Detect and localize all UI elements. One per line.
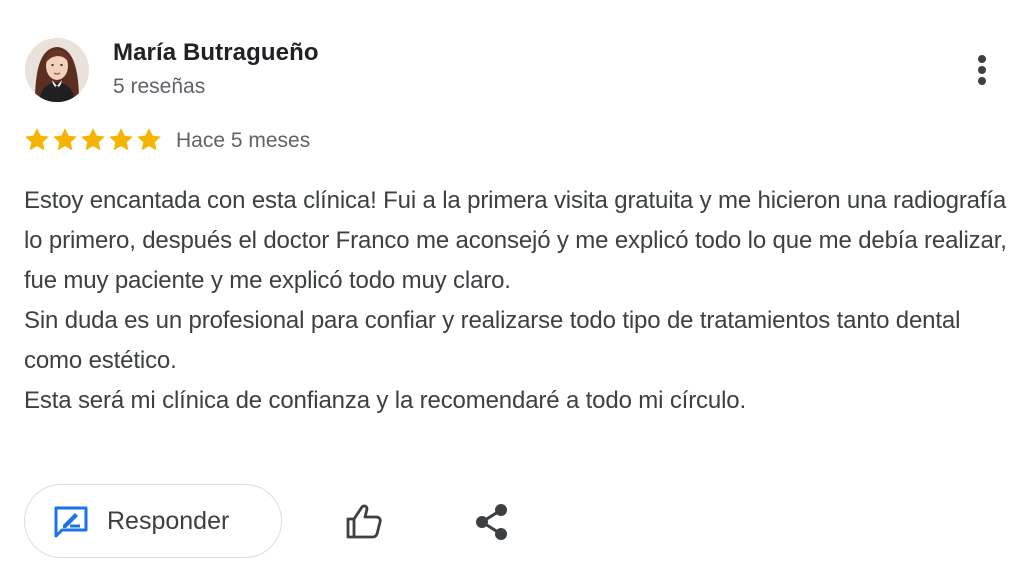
star-icon bbox=[81, 128, 105, 151]
star-icon bbox=[137, 128, 161, 151]
more-vert-icon-dot bbox=[978, 77, 986, 85]
review-paragraph: Estoy encantada con esta clínica! Fui a … bbox=[24, 187, 1007, 294]
review-paragraph: Sin duda es un profesional para confiar … bbox=[24, 307, 961, 374]
reviewer-name[interactable]: María Butragueño bbox=[113, 39, 319, 67]
star-rating bbox=[23, 126, 163, 154]
star-icon bbox=[25, 128, 49, 151]
review-paragraph: Esta será mi clínica de confianza y la r… bbox=[24, 387, 746, 414]
star-icon bbox=[109, 128, 133, 151]
reviewer-review-count[interactable]: 5 reseñas bbox=[113, 75, 205, 99]
thumb-up-icon[interactable] bbox=[344, 502, 384, 542]
more-options-button[interactable] bbox=[966, 50, 998, 90]
rate-review-icon bbox=[54, 506, 88, 538]
reply-button-label: Responder bbox=[107, 507, 230, 535]
share-icon[interactable] bbox=[473, 502, 511, 542]
star-icon bbox=[53, 128, 77, 151]
review-date: Hace 5 meses bbox=[176, 129, 311, 152]
more-vert-icon-dot bbox=[978, 66, 986, 74]
avatar[interactable] bbox=[25, 38, 89, 102]
review-text: Estoy encantada con esta clínica! Fui a … bbox=[24, 181, 1019, 421]
reply-button[interactable]: Responder bbox=[24, 484, 282, 558]
avatar-photo bbox=[25, 38, 89, 102]
more-vert-icon bbox=[978, 55, 986, 63]
